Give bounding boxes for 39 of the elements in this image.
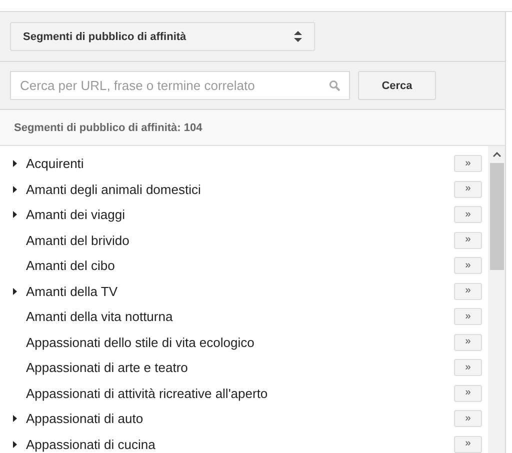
segment-dropdown[interactable]: Segmenti di pubblico di affinità [10,22,315,51]
segment-item[interactable]: Appassionati di arte e teatro [26,360,454,376]
add-button[interactable]: » [454,359,482,376]
expand-arrow-icon[interactable] [12,160,16,168]
add-button[interactable]: » [454,206,482,224]
segment-item[interactable]: Acquirenti [26,156,454,172]
expand-arrow-icon[interactable] [12,440,16,448]
add-button[interactable]: » [454,155,482,172]
segment-item[interactable]: Appassionati di attività ricreative all'aperto [26,386,454,401]
add-button[interactable]: » [454,334,482,351]
expand-arrow-icon[interactable] [12,211,16,218]
search-field[interactable]: Cerca per URL, frase o termine correlato [10,71,350,100]
segment-item[interactable]: Appassionati dello stile di vita ecologico [26,334,454,350]
sort-arrows-icon [294,31,302,42]
add-button[interactable]: » [454,257,482,274]
segment-item[interactable]: Amanti del brivido [26,232,454,248]
segment-item[interactable]: Amanti degli animali domestici [26,182,454,197]
add-button[interactable]: » [454,410,482,428]
segment-item[interactable]: Amanti dei viaggi [26,207,454,222]
search-icon [329,80,340,91]
segment-item[interactable]: Appassionati di cucina [26,436,454,452]
expand-arrow-icon[interactable] [12,415,16,422]
scrollbar[interactable] [488,146,505,453]
segment-item[interactable]: Amanti della vita notturna [26,309,454,324]
search-button[interactable]: Cerca [358,71,436,100]
add-button[interactable]: » [454,308,482,326]
add-button[interactable]: » [454,232,482,249]
segment-count: Segmenti di pubblico di affinità: 104 [14,122,202,134]
segment-item[interactable]: Amanti della TV [26,284,454,299]
expand-arrow-icon[interactable] [12,186,16,193]
add-button[interactable]: » [454,282,482,300]
add-button[interactable]: » [454,384,482,402]
expand-arrow-icon[interactable] [12,288,16,295]
scroll-up-icon[interactable] [492,152,500,157]
scroll-thumb[interactable] [490,163,504,270]
segment-item[interactable]: Appassionati di auto [26,411,454,426]
segment-item[interactable]: Amanti del cibo [26,258,454,274]
add-button[interactable]: » [454,436,482,453]
add-button[interactable]: » [454,180,482,198]
